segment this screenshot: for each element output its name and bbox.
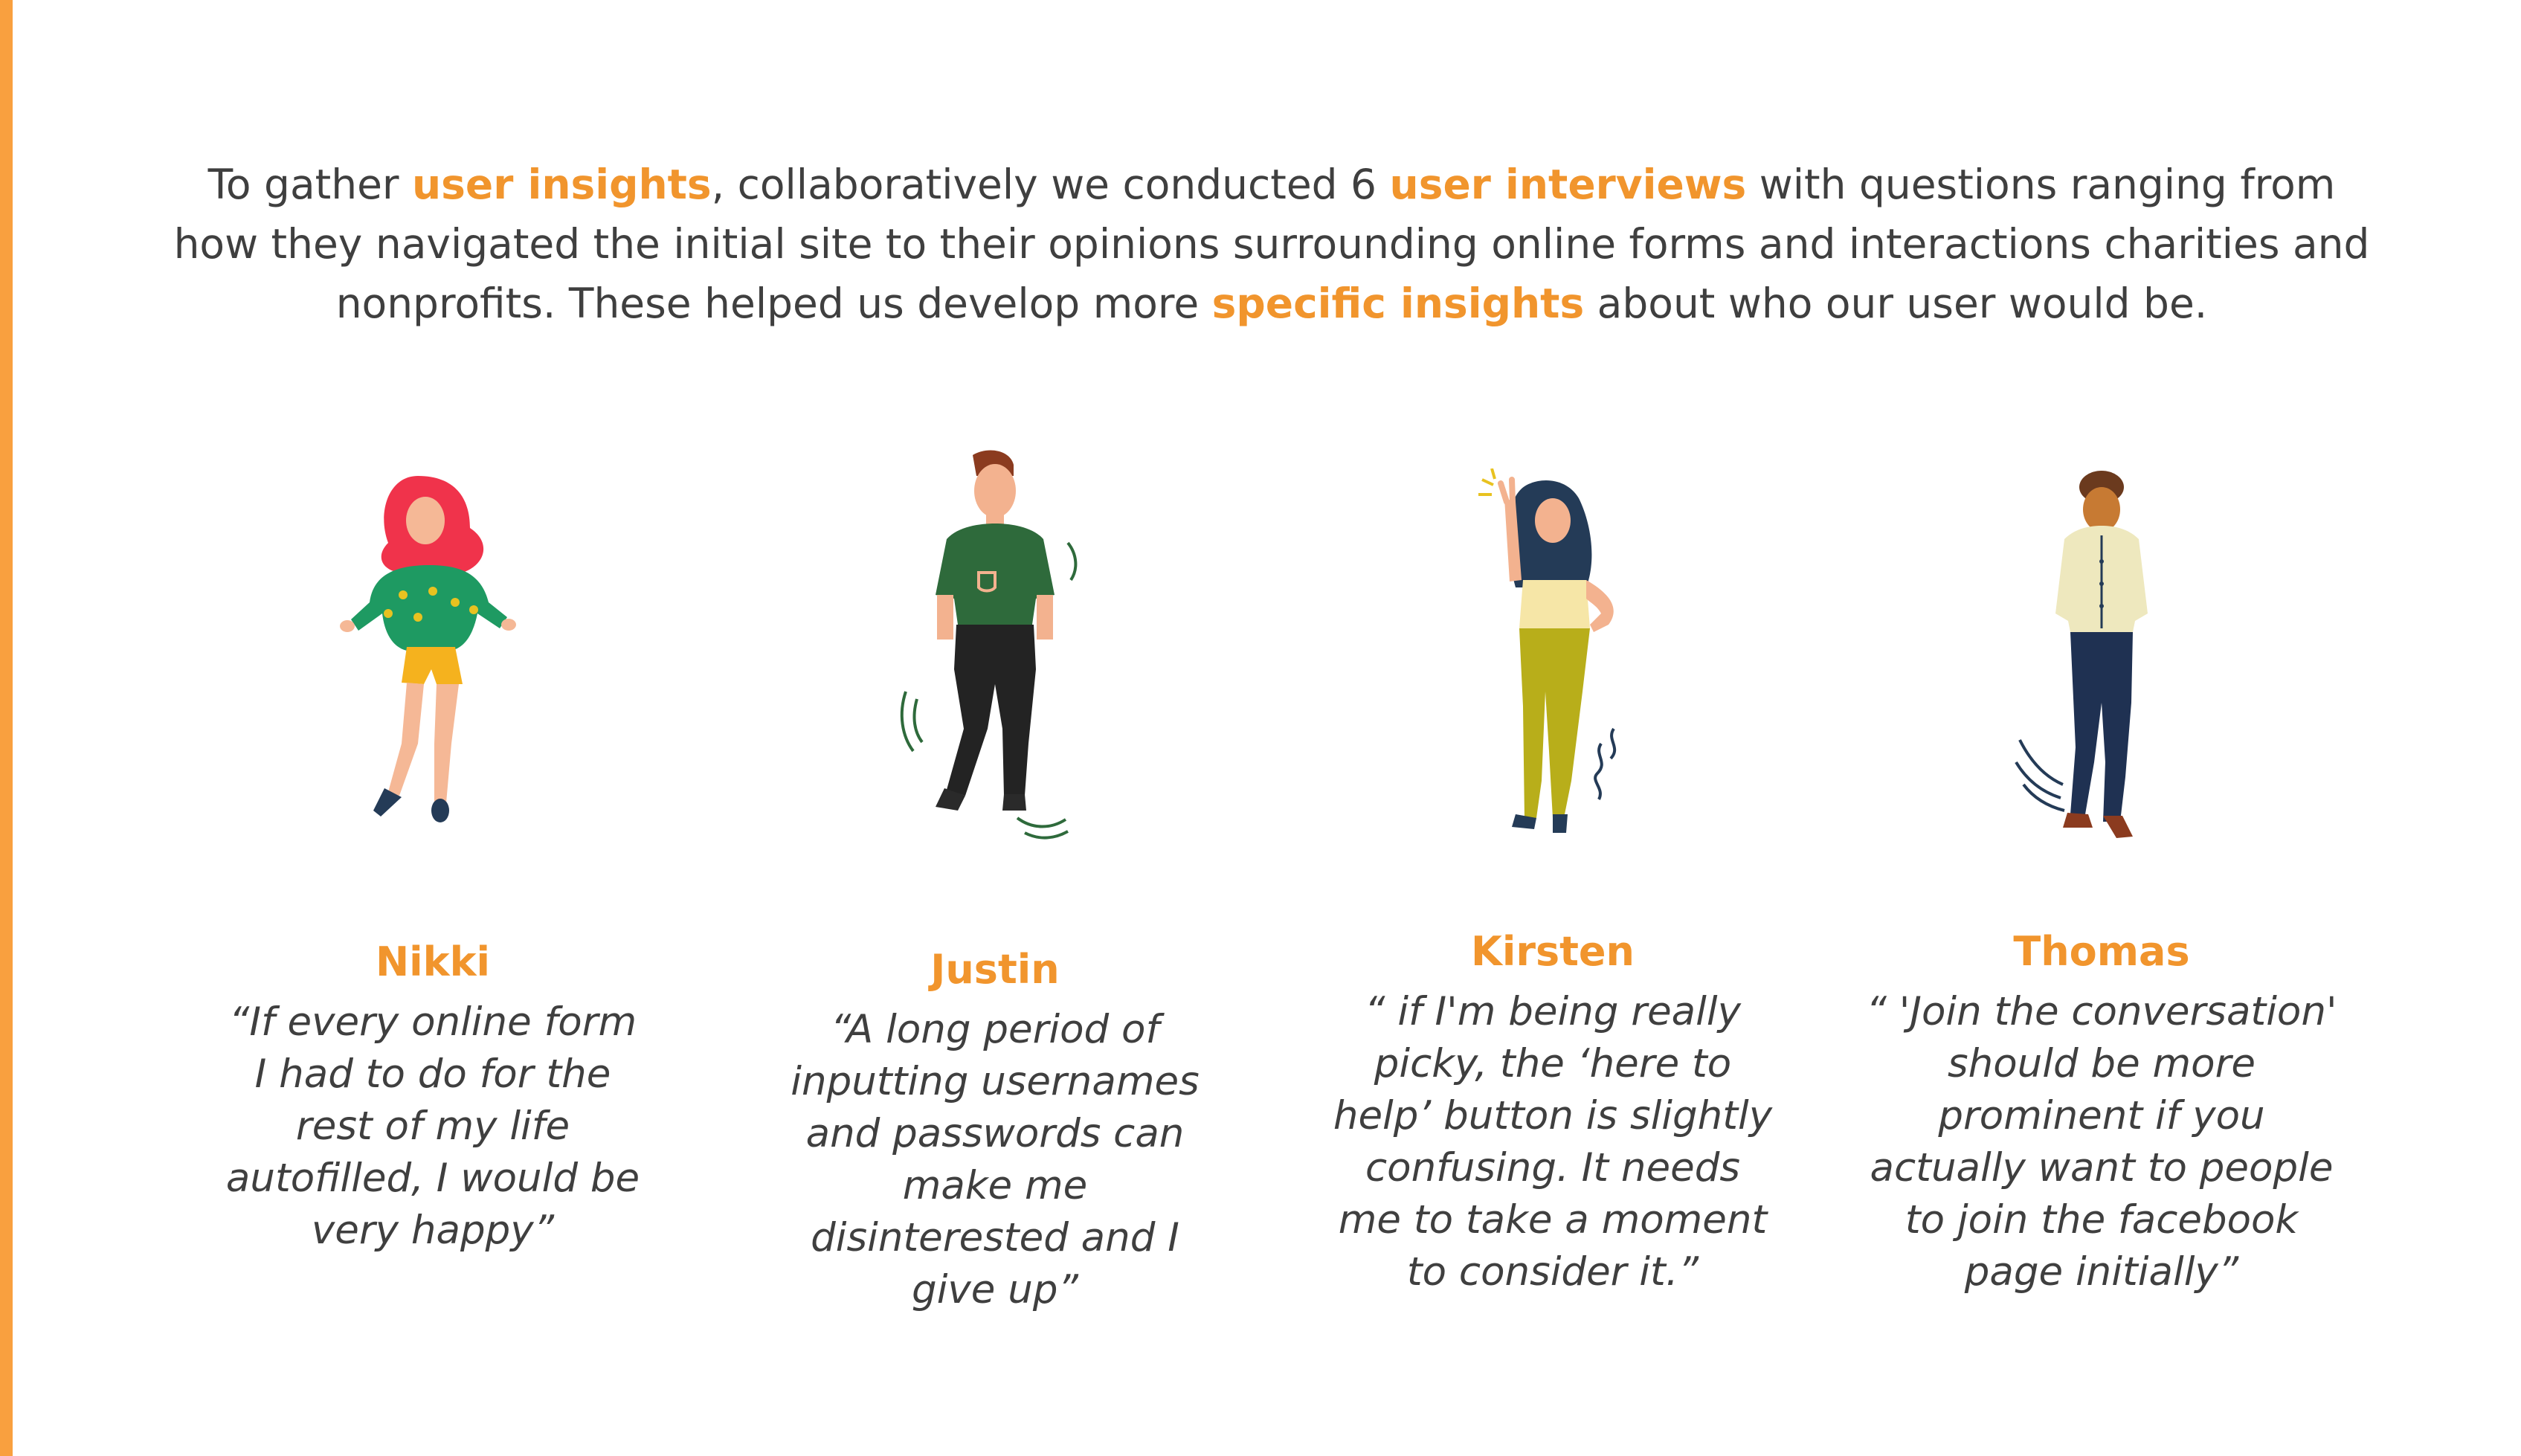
persona-name: Nikki [375, 938, 491, 985]
persona-name: Thomas [2013, 928, 2190, 975]
persona-quote: “ if I'm being really picky, the ‘here t… [1333, 989, 1773, 1295]
woman-peace-sign-icon [1478, 468, 1617, 833]
persona-kirsten: Kirsten “ if I'm being really picky, the… [1285, 0, 1820, 1456]
man-green-shirt-icon [900, 450, 1078, 840]
persona-nikki: Nikki “If every online form I had to do … [165, 0, 701, 1456]
persona-name: Justin [930, 946, 1060, 993]
left-accent-bar [0, 0, 13, 1456]
persona-justin: Justin “A long period of inputting usern… [727, 0, 1263, 1456]
man-beige-shirt-icon [2015, 471, 2148, 838]
woman-red-hair-icon [340, 476, 516, 822]
persona-quote: “ 'Join the conversation' should be more… [1866, 989, 2337, 1295]
persona-thomas: Thomas “ 'Join the conversation' should … [1834, 0, 2369, 1456]
persona-quote: “If every online form I had to do for th… [225, 999, 640, 1253]
persona-name: Kirsten [1470, 928, 1635, 975]
persona-quote: “A long period of inputting usernames an… [791, 1007, 1200, 1312]
